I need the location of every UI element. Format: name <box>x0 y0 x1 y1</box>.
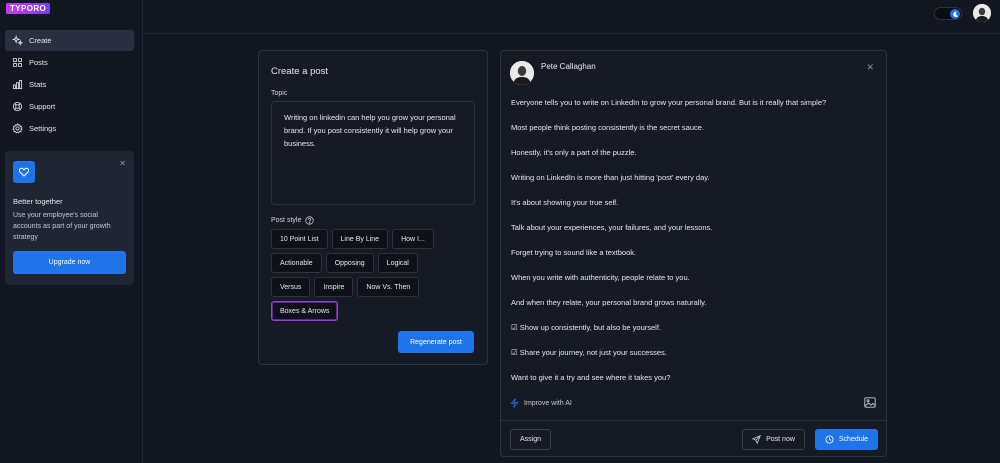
send-icon <box>752 435 762 444</box>
improve-label: Improve with AI <box>524 399 572 407</box>
post-preview-card: Pete Callaghan ✕ Everyone tells you to w… <box>500 50 887 457</box>
post-line: Writing on LinkedIn is more than just hi… <box>511 173 710 182</box>
sidebar-item-label: Settings <box>29 124 57 133</box>
style-chip-now-vs-then[interactable]: Now Vs. Then <box>357 277 420 297</box>
sidebar-item-label: Create <box>29 36 52 45</box>
app-logo[interactable]: TYPORO <box>6 3 51 14</box>
avatar <box>510 61 534 85</box>
page-title: Create a post <box>271 66 329 77</box>
post-style-label-text: Post style <box>271 217 302 224</box>
post-line: Want to give it a try and see where it t… <box>511 373 671 382</box>
post-line: ☑ Share your journey, not just your succ… <box>511 348 667 357</box>
sidebar-item-label: Stats <box>29 80 47 89</box>
post-line: And when they relate, your personal bran… <box>511 298 707 307</box>
upgrade-button[interactable]: Upgrade now <box>13 251 126 274</box>
topic-label: Topic <box>271 90 288 97</box>
promo-text: Use your employee's social accounts as p… <box>13 212 111 241</box>
avatar[interactable] <box>973 4 991 22</box>
promo-card: ✕ Better together Use your employee's so… <box>5 151 134 285</box>
post-line: Honestly, it's only a part of the puzzle… <box>511 148 637 157</box>
theme-toggle[interactable] <box>934 7 962 20</box>
image-icon[interactable] <box>864 397 876 410</box>
post-line: Talk about your experiences, your failur… <box>511 223 713 232</box>
lightning-icon <box>510 398 519 408</box>
help-icon[interactable] <box>305 216 314 225</box>
topic-input[interactable]: Writing on linkedin can help you grow yo… <box>271 101 475 205</box>
post-style-options: 10 Point List Line By Line How I... Acti… <box>271 229 481 325</box>
sidebar-item-create[interactable]: Create <box>5 30 134 51</box>
style-row: Versus Inspire Now Vs. Then <box>271 277 481 297</box>
post-line: It's about showing your true self. <box>511 198 619 207</box>
sidebar-item-support[interactable]: Support <box>5 96 134 117</box>
post-line: Most people think posting consistently i… <box>511 123 705 132</box>
post-style-label: Post style <box>271 216 314 225</box>
sidebar-item-label: Support <box>29 102 56 111</box>
style-chip-10-point-list[interactable]: 10 Point List <box>271 229 328 249</box>
post-line: Forget trying to sound like a textbook. <box>511 248 637 257</box>
post-line: Everyone tells you to write on LinkedIn … <box>511 98 827 107</box>
heart-icon <box>13 161 35 183</box>
post-actions: Assign Post now Schedule <box>501 420 886 457</box>
style-chip-line-by-line[interactable]: Line By Line <box>331 229 389 249</box>
style-row: Actionable Opposing Logical <box>271 253 481 273</box>
author-name: Pete Callaghan <box>541 62 596 71</box>
grid-icon <box>12 57 23 68</box>
improve-with-ai-button[interactable]: Improve with AI <box>510 398 572 408</box>
create-post-card: Create a post Topic Writing on linkedin … <box>258 50 488 365</box>
sidebar-item-stats[interactable]: Stats <box>5 74 134 95</box>
post-now-label: Post now <box>766 436 795 443</box>
schedule-label: Schedule <box>838 436 869 443</box>
style-row: Boxes & Arrows <box>271 301 481 321</box>
sidebar-item-label: Posts <box>29 58 48 67</box>
style-chip-boxes-and-arrows[interactable]: Boxes & Arrows <box>271 301 339 321</box>
style-chip-inspire[interactable]: Inspire <box>314 277 354 297</box>
clock-icon <box>825 435 834 444</box>
post-now-button[interactable]: Post now <box>742 429 805 450</box>
style-chip-versus[interactable]: Versus <box>271 277 311 297</box>
style-chip-actionable[interactable]: Actionable <box>271 253 322 273</box>
close-icon[interactable]: ✕ <box>119 159 126 168</box>
assign-button[interactable]: Assign <box>510 429 551 450</box>
sidebar: TYPORO Create Posts Stats Support Settin… <box>0 0 143 463</box>
sidebar-nav: Create Posts Stats Support Settings <box>5 30 134 140</box>
moon-icon <box>950 9 960 19</box>
style-chip-opposing[interactable]: Opposing <box>325 253 374 273</box>
gear-icon <box>12 123 23 134</box>
style-row: 10 Point List Line By Line How I... <box>271 229 481 249</box>
bar-chart-icon <box>12 79 23 90</box>
close-icon[interactable]: ✕ <box>866 62 874 73</box>
schedule-button[interactable]: Schedule <box>815 429 878 450</box>
style-chip-how-i[interactable]: How I... <box>392 229 434 249</box>
post-content[interactable]: Everyone tells you to write on LinkedIn … <box>511 97 881 397</box>
post-line: When you write with authenticity, people… <box>511 273 690 282</box>
top-bar <box>143 0 1000 34</box>
regenerate-post-button[interactable]: Regenerate post <box>398 331 474 353</box>
promo-title: Better together <box>13 197 63 206</box>
sidebar-item-settings[interactable]: Settings <box>5 118 134 139</box>
sparkles-icon <box>12 35 23 46</box>
style-chip-logical[interactable]: Logical <box>377 253 418 273</box>
sidebar-item-posts[interactable]: Posts <box>5 52 134 73</box>
post-line: ☑ Show up consistently, but also be your… <box>511 323 661 332</box>
lifebuoy-icon <box>12 101 23 112</box>
